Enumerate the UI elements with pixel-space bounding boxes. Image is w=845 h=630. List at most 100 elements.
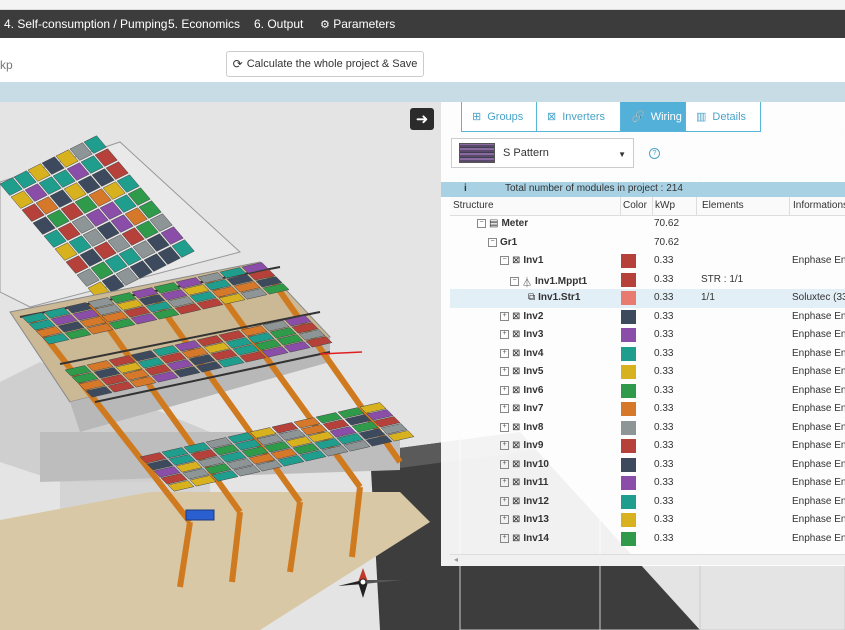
tree-row[interactable]: +⊠Inv7 0.33 Enphase Ene <box>450 400 845 419</box>
tree-row[interactable]: − Gr1 70.62 <box>450 234 845 253</box>
inverter-icon: ⊠ <box>547 111 557 123</box>
tree-row[interactable]: +⊠Inv13 0.33 Enphase Ene <box>450 511 845 530</box>
color-swatch[interactable] <box>621 494 636 509</box>
color-swatch[interactable] <box>621 531 636 546</box>
tab-groups[interactable]: ⊞ Groups <box>461 102 537 132</box>
kwp-value: 0.33 <box>654 477 674 488</box>
color-swatch[interactable] <box>621 309 636 324</box>
expand-icon[interactable]: + <box>500 422 509 432</box>
color-swatch[interactable] <box>621 291 636 305</box>
expand-icon[interactable]: + <box>500 348 509 358</box>
col-elements[interactable]: Elements <box>702 200 744 211</box>
calculate-save-button[interactable]: ⟳ Calculate the whole project & Save <box>226 51 424 77</box>
expand-icon[interactable]: + <box>500 478 509 487</box>
tab-wiring[interactable]: 🔗 Wiring <box>620 102 686 132</box>
expand-icon[interactable]: + <box>500 533 509 543</box>
collapse-icon[interactable]: − <box>477 219 486 228</box>
tree-node-label: Inv1 <box>523 255 544 266</box>
color-swatch[interactable] <box>621 457 636 472</box>
toggle-panel-button[interactable]: ➜ <box>410 108 434 130</box>
collapse-icon[interactable]: − <box>510 276 519 286</box>
kwp-value: 0.33 <box>654 273 674 285</box>
col-informations[interactable]: Informations <box>793 200 845 211</box>
meter-icon: ▤ <box>489 218 499 229</box>
expand-icon[interactable]: + <box>500 367 509 376</box>
help-icon[interactable]: ? <box>649 148 660 159</box>
section-bar <box>0 82 845 102</box>
color-swatch[interactable] <box>621 476 636 490</box>
collapse-icon[interactable]: − <box>488 237 497 247</box>
tree-row[interactable]: +⊠Inv9 0.33 Enphase Ene <box>450 437 845 456</box>
tree-row[interactable]: +⊠Inv6 0.33 Enphase Ene <box>450 382 845 401</box>
kwp-value: 0.33 <box>654 403 674 414</box>
pattern-preview-icon <box>459 143 495 163</box>
expand-icon[interactable]: + <box>500 496 509 506</box>
info-icon: i <box>464 183 467 194</box>
color-swatch[interactable] <box>621 272 636 287</box>
tree-row[interactable]: ⧉ Inv1.Str1 0.33 1/1 Soluxtec (33 <box>450 289 845 308</box>
tree-node-label: Inv1.Str1 <box>538 292 581 303</box>
color-swatch[interactable] <box>621 439 636 453</box>
tree-node-label: Inv4 <box>523 347 544 359</box>
tree-row[interactable]: +⊠Inv3 0.33 Enphase Ene <box>450 326 845 345</box>
inverter-icon: ⊠ <box>512 255 521 266</box>
color-swatch[interactable] <box>621 328 636 342</box>
tab-groups-label: Groups <box>487 110 524 123</box>
tree-row[interactable]: +⊠Inv10 0.33 Enphase Ene <box>450 456 845 475</box>
inverter-icon: ⊠ <box>512 329 521 340</box>
expand-icon[interactable]: + <box>500 330 509 339</box>
tree-row[interactable]: +⊠Inv11 0.33 Enphase Ene <box>450 474 845 493</box>
color-swatch[interactable] <box>621 346 636 361</box>
color-swatch[interactable] <box>621 383 636 398</box>
collapse-icon[interactable]: − <box>500 256 509 265</box>
expand-icon[interactable]: + <box>500 311 509 321</box>
tree-row[interactable]: +⊠Inv2 0.33 Enphase Ene <box>450 308 845 327</box>
expand-icon[interactable]: + <box>500 385 509 395</box>
nav-parameters[interactable]: ⚙ Parameters <box>320 17 395 31</box>
tree-row[interactable]: −⊠Inv1 0.33 Enphase Ene <box>450 252 845 271</box>
tree-row[interactable]: − ⏃ Inv1.Mppt1 0.33 STR : 1/1 <box>450 271 845 290</box>
top-strip <box>0 0 845 10</box>
expand-icon[interactable]: + <box>500 404 509 413</box>
tab-inverters[interactable]: ⊠ Inverters <box>536 102 621 132</box>
tree-row[interactable]: +⊠Inv8 0.33 Enphase Ene <box>450 419 845 438</box>
tree-row[interactable]: − ▤ Meter 70.62 <box>450 215 845 234</box>
scroll-left-icon[interactable]: ◂ <box>454 555 458 564</box>
pattern-select[interactable]: S Pattern ▼ <box>451 138 634 168</box>
nav-output[interactable]: 6. Output <box>254 17 303 31</box>
tree-node: + ⊠ Inv12 <box>500 496 549 507</box>
nav-self-consumption[interactable]: 4. Self-consumption / Pumping <box>4 17 167 31</box>
color-swatch[interactable] <box>621 420 636 435</box>
compass-icon[interactable] <box>318 560 408 605</box>
expand-icon[interactable]: + <box>500 515 509 524</box>
selected-module[interactable] <box>185 509 215 521</box>
tree-node-label: Inv7 <box>523 403 544 414</box>
tree-node: + ⊠ Inv11 <box>500 477 548 488</box>
color-swatch[interactable] <box>621 513 636 527</box>
color-swatch[interactable] <box>621 365 636 379</box>
expand-icon[interactable]: + <box>500 459 509 469</box>
color-swatch[interactable] <box>621 254 636 268</box>
col-structure[interactable]: Structure <box>453 200 494 211</box>
tab-details[interactable]: ▥ Details <box>685 102 761 132</box>
info-value: Enphase Ene <box>792 458 845 470</box>
col-color[interactable]: Color <box>623 200 647 211</box>
info-value: Enphase Ene <box>792 329 845 340</box>
info-value: Enphase Ene <box>792 310 845 322</box>
tree-row[interactable]: +⊠Inv5 0.33 Enphase Ene <box>450 363 845 382</box>
color-swatch[interactable] <box>621 402 636 416</box>
horizontal-scrollbar[interactable]: ◂ <box>450 554 845 565</box>
calculate-save-label: Calculate the whole project & Save <box>246 58 418 70</box>
kwp-value: 0.33 <box>654 366 674 377</box>
tree-node-label: Inv9 <box>523 440 544 451</box>
info-value: Soluxtec (33 <box>792 292 845 303</box>
tree-row[interactable]: +⊠Inv4 0.33 Enphase Ene <box>450 345 845 364</box>
tree-node-label: Inv2 <box>523 310 544 322</box>
inverter-icon: ⊠ <box>512 495 521 507</box>
inverter-icon: ⊠ <box>512 366 521 377</box>
nav-economics[interactable]: 5. Economics <box>168 17 240 31</box>
expand-icon[interactable]: + <box>500 441 509 450</box>
tree-row[interactable]: +⊠Inv14 0.33 Enphase Ene <box>450 530 845 549</box>
col-kwp[interactable]: kWp <box>655 200 675 211</box>
tree-row[interactable]: +⊠Inv12 0.33 Enphase Ene <box>450 493 845 512</box>
